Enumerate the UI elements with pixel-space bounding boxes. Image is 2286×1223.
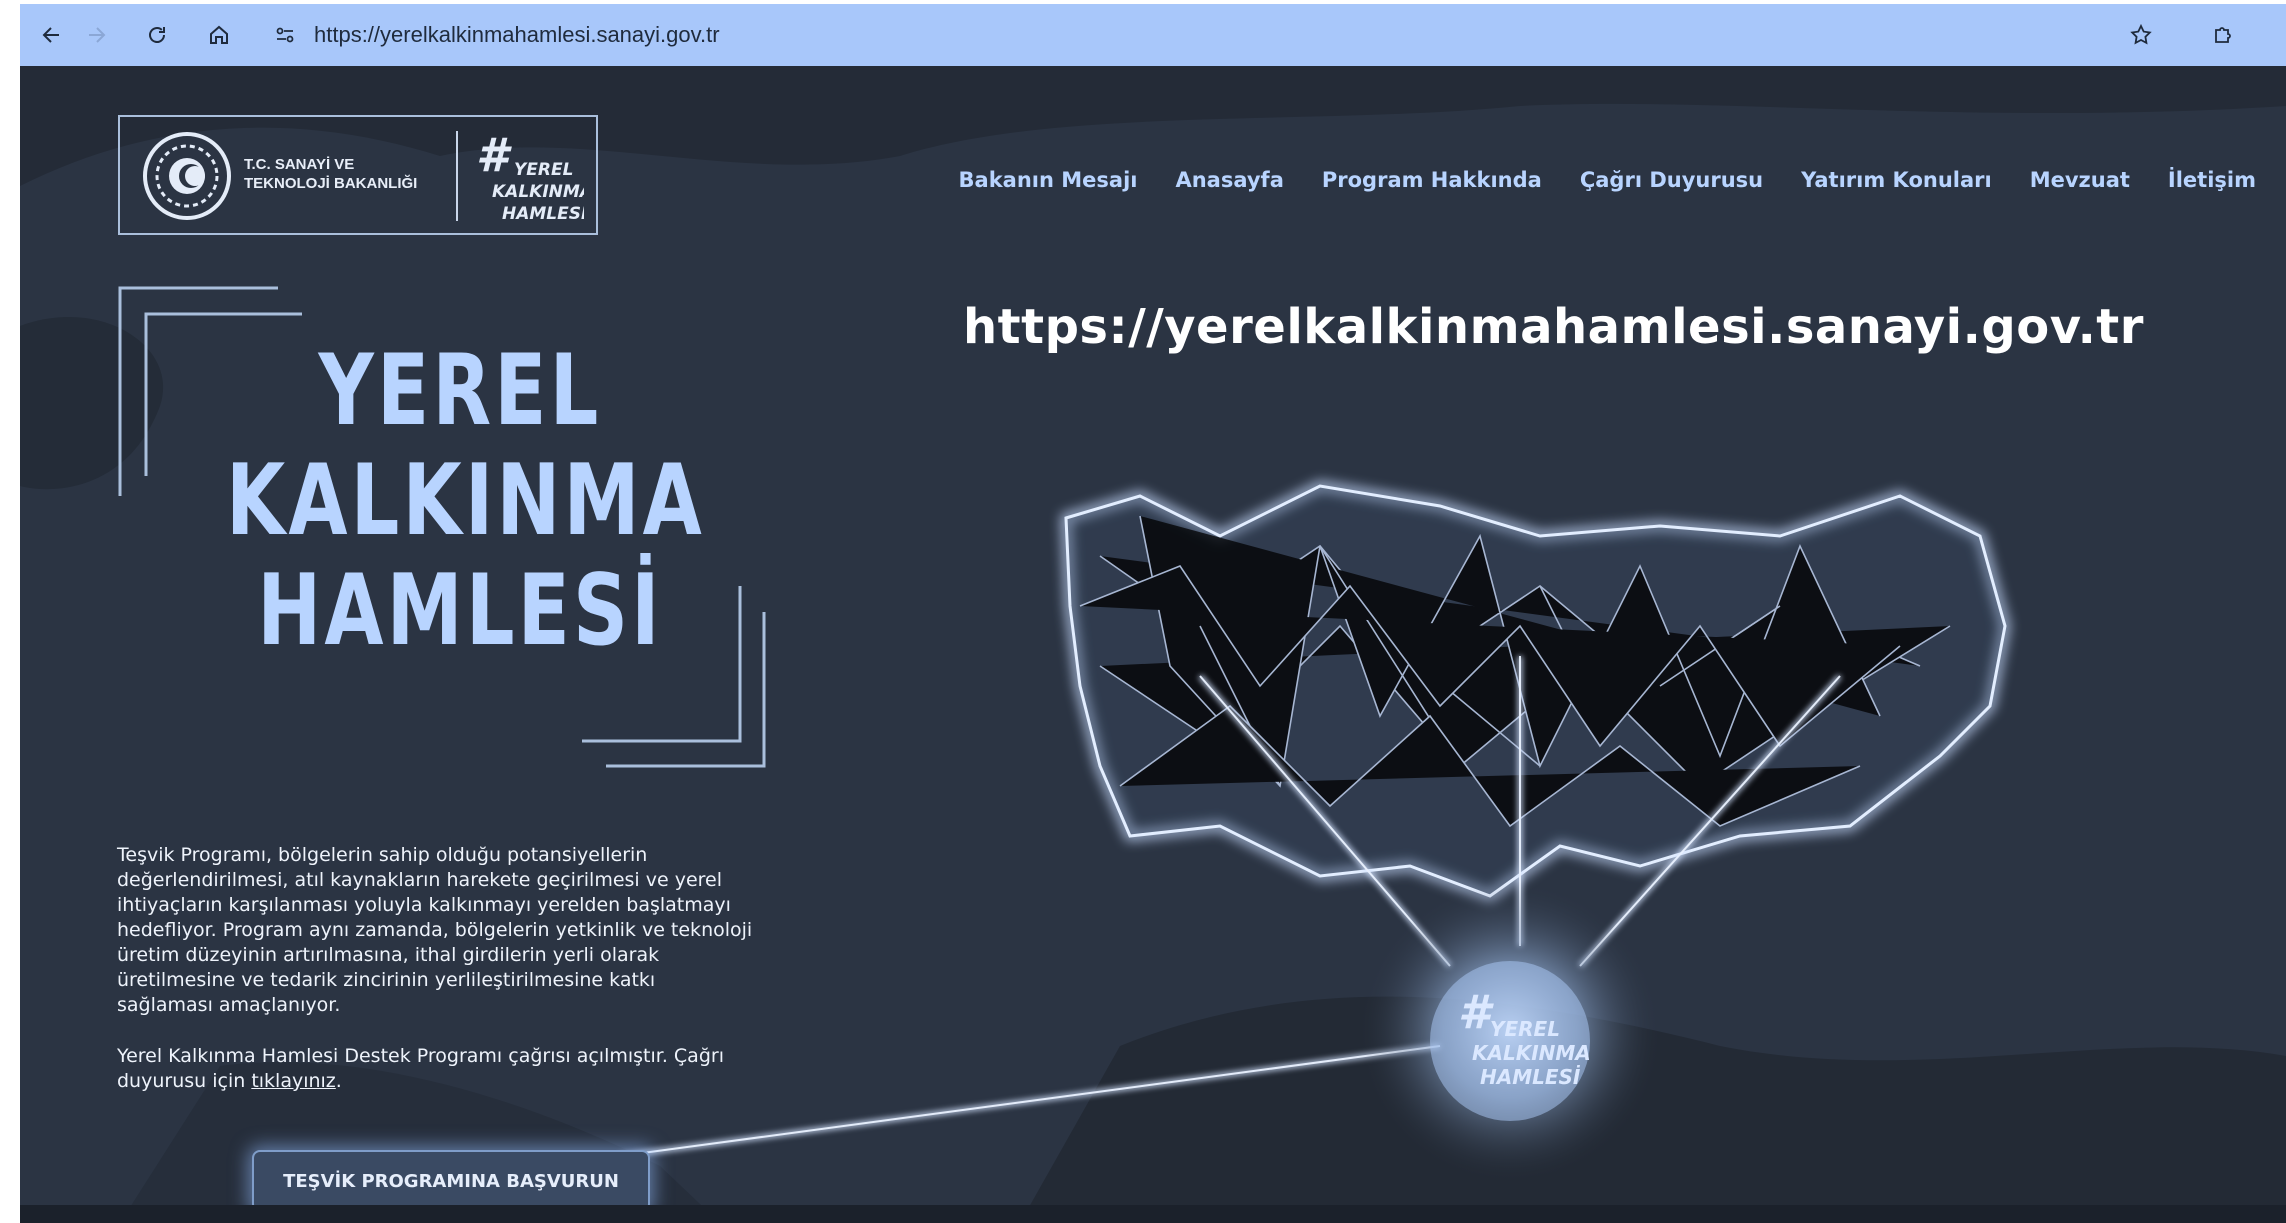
ministry-name: T.C. SANAYİ VE TEKNOLOJİ BAKANLIĞI xyxy=(244,155,444,193)
ministry-name-line1: T.C. SANAYİ VE xyxy=(244,156,355,173)
arrow-left-icon[interactable] xyxy=(28,4,74,66)
svg-text:KALKINMA: KALKINMA xyxy=(1472,1041,1591,1065)
star-icon[interactable] xyxy=(2118,4,2164,66)
svg-text:#: # xyxy=(476,129,512,182)
hero-title-line2: KALKINMA xyxy=(226,444,705,558)
browser-toolbar: https://yerelkalkinmahamlesi.sanayi.gov.… xyxy=(20,4,2286,66)
hero-title-line3: HAMLESİ xyxy=(257,554,663,668)
announcement-text: Yerel Kalkınma Hamlesi Destek Programı ç… xyxy=(117,1044,757,1094)
nav-item-mevzuat[interactable]: Mevzuat xyxy=(2030,168,2130,192)
logo-divider xyxy=(456,131,458,221)
nav-item-cagri-duyurusu[interactable]: Çağrı Duyurusu xyxy=(1580,168,1763,192)
yerel-kalkinma-logo: # YEREL KALKINMA HAMLESİ xyxy=(476,129,584,224)
announcement-link[interactable]: tıklayınız xyxy=(251,1070,335,1092)
reload-icon[interactable] xyxy=(134,4,180,66)
arrow-right-icon[interactable] xyxy=(74,4,120,66)
announcement-prefix: Yerel Kalkınma Hamlesi Destek Programı ç… xyxy=(117,1045,724,1092)
hero-title: YEREL KALKINMA HAMLESİ xyxy=(226,334,705,668)
puzzle-icon[interactable] xyxy=(2200,4,2246,66)
main-nav: Bakanın Mesajı Anasayfa Program Hakkında… xyxy=(959,168,2256,192)
svg-text:HAMLESİ: HAMLESİ xyxy=(1480,1065,1581,1089)
ministry-name-line2: TEKNOLOJİ BAKANLIĞI xyxy=(244,175,418,192)
nav-item-program-hakkinda[interactable]: Program Hakkında xyxy=(1322,168,1542,192)
web-page: # YEREL KALKINMA HAMLESİ T.C. SANAYİ VE … xyxy=(20,66,2286,1223)
svg-text:KALKINMA: KALKINMA xyxy=(492,182,584,202)
footer-strip xyxy=(20,1205,2286,1223)
nav-item-yatirim-konulari[interactable]: Yatırım Konuları xyxy=(1801,168,1992,192)
announcement-suffix: . xyxy=(335,1070,342,1092)
svg-text:YEREL: YEREL xyxy=(514,160,573,180)
nav-item-bakanin-mesaji[interactable]: Bakanın Mesajı xyxy=(959,168,1138,192)
ministry-emblem-icon xyxy=(143,132,231,220)
logo-area[interactable]: T.C. SANAYİ VE TEKNOLOJİ BAKANLIĞI # YER… xyxy=(118,115,598,235)
svg-text:YEREL: YEREL xyxy=(1490,1017,1560,1041)
svg-text:HAMLESİ: HAMLESİ xyxy=(502,202,584,224)
apply-program-button[interactable]: TEŞVİK PROGRAMINA BAŞVURUN xyxy=(252,1150,650,1212)
hero-title-line1: YEREL xyxy=(318,334,602,448)
address-bar[interactable]: https://yerelkalkinmahamlesi.sanayi.gov.… xyxy=(314,4,720,66)
site-settings-icon[interactable] xyxy=(262,4,308,66)
intro-paragraph: Teşvik Programı, bölgelerin sahip olduğu… xyxy=(117,844,753,1016)
nav-item-iletisim[interactable]: İletişim xyxy=(2168,168,2256,192)
headline-url: https://yerelkalkinmahamlesi.sanayi.gov.… xyxy=(963,299,2144,355)
nav-item-anasayfa[interactable]: Anasayfa xyxy=(1175,168,1283,192)
svg-text:#: # xyxy=(1458,985,1494,1039)
home-icon[interactable] xyxy=(196,4,242,66)
